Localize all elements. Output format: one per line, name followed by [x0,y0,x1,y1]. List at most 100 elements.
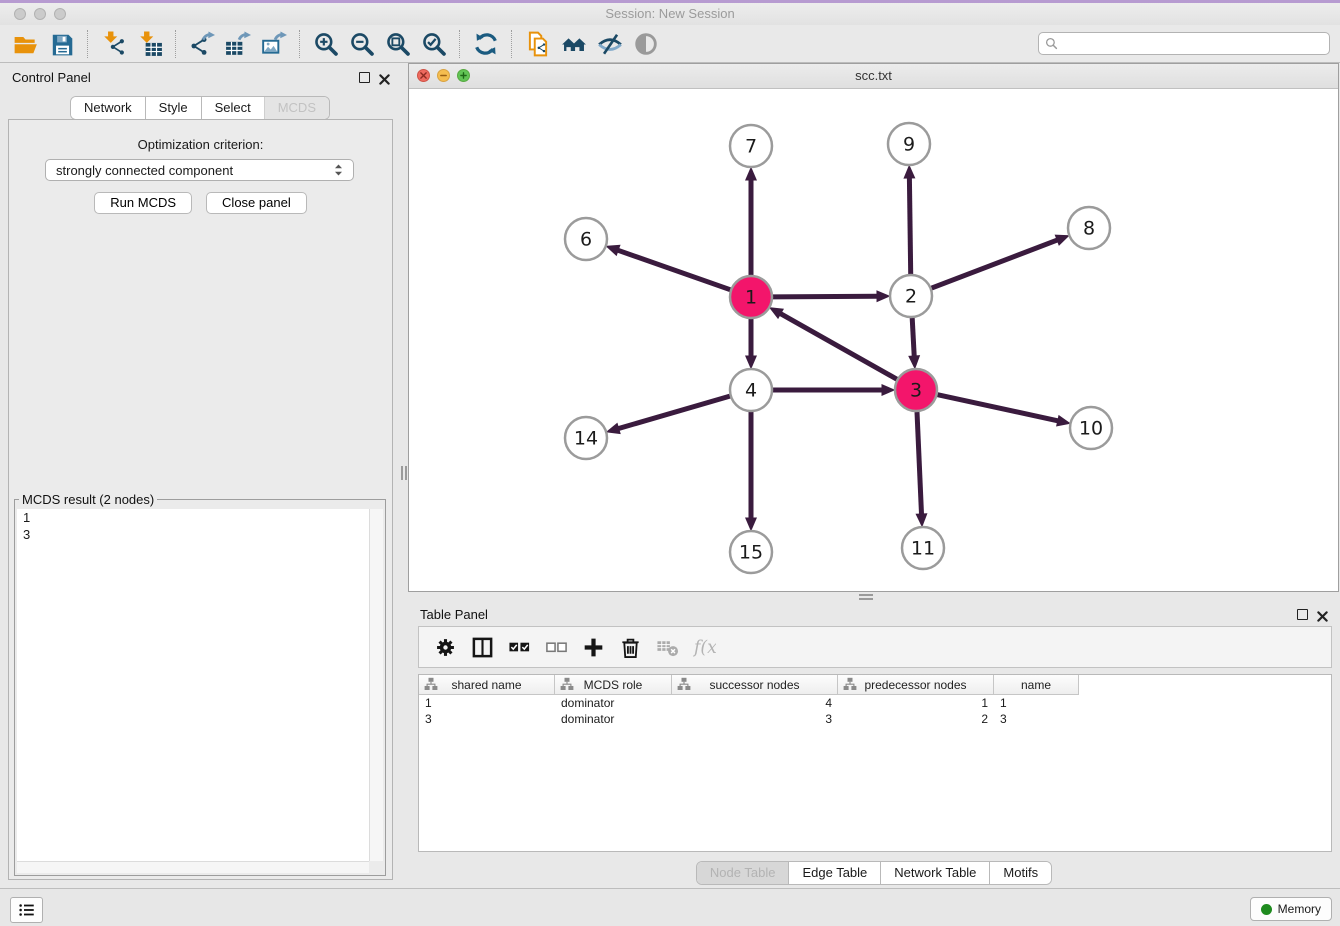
export-network-button[interactable] [184,28,220,60]
close-panel-icon[interactable] [379,74,390,85]
graph-edge-3-10[interactable] [938,395,1058,421]
control-panel: Control Panel NetworkStyleSelectMCDS Opt… [0,63,400,888]
table-panel-title: Table Panel [420,607,488,622]
graph-node-1[interactable]: 1 [730,276,772,318]
control-tab-mcds[interactable]: MCDS [264,97,329,119]
first-neighbors-icon [561,31,587,57]
column-header-predecessor-nodes[interactable]: predecessor nodes [838,675,994,694]
zoom-selected-button[interactable] [416,28,452,60]
column-header-name[interactable]: name [994,675,1079,694]
graph-edge-4-14[interactable] [619,396,730,428]
graph-node-2[interactable]: 2 [890,275,932,317]
mcds-result-line: 3 [17,526,369,543]
mcds-result-text[interactable]: 13 [17,509,369,861]
delete-column-button[interactable] [612,631,649,663]
column-header-successor-nodes[interactable]: successor nodes [672,675,838,694]
graph-node-8[interactable]: 8 [1068,207,1110,249]
graph-edge-2-8[interactable] [932,240,1058,288]
svg-text:9: 9 [903,134,915,156]
zoom-selected-icon [421,31,447,57]
float-panel-button[interactable] [359,70,370,88]
table-cell[interactable]: 2 [838,712,994,726]
run-mcds-button[interactable]: Run MCDS [94,192,192,214]
zoom-out-button[interactable] [344,28,380,60]
graph-node-11[interactable]: 11 [902,527,944,569]
table-tab-edge-table[interactable]: Edge Table [788,862,880,884]
graph-node-9[interactable]: 9 [888,123,930,165]
column-header-MCDS-role[interactable]: MCDS role [555,675,672,694]
show-graphics-details-button[interactable] [592,28,628,60]
table-row[interactable]: 3dominator323 [419,711,1331,727]
status-bar: Memory [0,888,1340,926]
refresh-view-button[interactable] [468,28,504,60]
graph-node-14[interactable]: 14 [565,417,607,459]
float-table-panel-button[interactable] [1297,607,1308,625]
deselect-all-columns-icon [545,636,568,659]
table-cell[interactable]: dominator [555,696,672,710]
column-header-shared-name[interactable]: shared name [419,675,555,694]
network-graph-canvas[interactable]: 7 9 6 8 1 2 4 3 14 10 15 11 [409,88,1338,591]
table-row[interactable]: 1dominator411 [419,695,1331,711]
search-box[interactable] [1038,32,1330,55]
control-tab-network[interactable]: Network [71,97,145,119]
add-column-button[interactable] [575,631,612,663]
graph-edge-1-6[interactable] [618,250,730,289]
main-toolbar [0,25,1340,63]
mcds-result-line: 1 [17,509,369,526]
table-cell[interactable]: 3 [994,712,1079,726]
graph-edge-3-1[interactable] [781,314,897,380]
svg-text:15: 15 [739,542,763,564]
table-cell[interactable]: 1 [994,696,1079,710]
zoom-fit-content-button[interactable] [380,28,416,60]
open-session-button[interactable] [8,28,44,60]
task-history-button[interactable] [10,897,43,923]
graph-edge-3-11[interactable] [917,412,922,514]
graph-edge-1-2[interactable] [773,296,877,297]
zoom-in-button[interactable] [308,28,344,60]
search-input[interactable] [1062,36,1323,52]
settings-button[interactable] [427,631,464,663]
toolbar-separator [511,30,513,58]
close-table-panel-icon[interactable] [1317,611,1328,622]
save-session-button[interactable] [44,28,80,60]
table-cell[interactable]: 1 [838,696,994,710]
table-toolbar: f(x) [418,626,1332,668]
graph-node-4[interactable]: 4 [730,369,772,411]
graph-node-7[interactable]: 7 [730,125,772,167]
optimization-criterion-select[interactable]: strongly connected component [45,159,354,181]
close-panel-button[interactable]: Close panel [206,192,307,214]
graph-node-6[interactable]: 6 [565,218,607,260]
result-horizontal-scrollbar[interactable] [17,861,369,873]
export-table-button[interactable] [220,28,256,60]
table-cell[interactable]: dominator [555,712,672,726]
table-cell[interactable]: 3 [419,712,555,726]
delete-table-button [649,631,686,663]
table-cell[interactable]: 4 [672,696,838,710]
deselect-all-columns-button[interactable] [538,631,575,663]
graph-node-10[interactable]: 10 [1070,407,1112,449]
import-network-button[interactable] [96,28,132,60]
control-tab-select[interactable]: Select [201,97,264,119]
graph-edge-2-9[interactable] [909,178,910,274]
control-tab-style[interactable]: Style [145,97,201,119]
network-window-titlebar[interactable]: scc.txt [409,64,1338,89]
result-vertical-scrollbar[interactable] [369,509,383,861]
clone-network-button[interactable] [520,28,556,60]
graph-node-3[interactable]: 3 [895,369,937,411]
memory-button[interactable]: Memory [1250,897,1332,921]
svg-text:f(x): f(x) [693,638,716,658]
table-tab-node-table[interactable]: Node Table [697,862,789,884]
show-hide-panel-button [628,28,664,60]
table-tab-network-table[interactable]: Network Table [880,862,989,884]
import-table-button[interactable] [132,28,168,60]
export-image-button[interactable] [256,28,292,60]
graph-node-15[interactable]: 15 [730,531,772,573]
first-neighbors-button[interactable] [556,28,592,60]
table-cell[interactable]: 3 [672,712,838,726]
vertical-splitter-handle[interactable] [401,466,407,480]
table-cell[interactable]: 1 [419,696,555,710]
table-tab-motifs[interactable]: Motifs [989,862,1051,884]
split-view-button[interactable] [464,631,501,663]
select-all-columns-button[interactable] [501,631,538,663]
graph-edge-2-3[interactable] [912,318,914,356]
